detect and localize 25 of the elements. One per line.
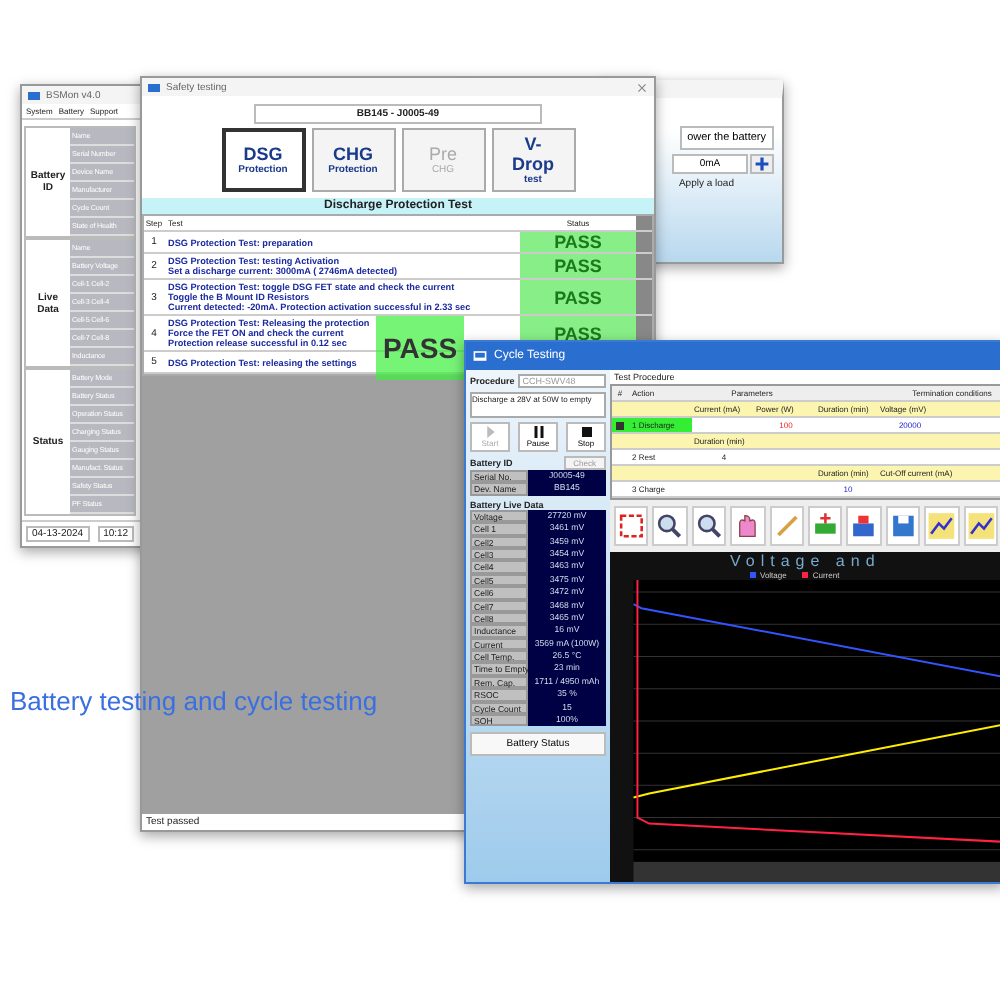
row-pointer-icon [616, 421, 624, 429]
close-icon[interactable] [636, 81, 648, 93]
save-icon[interactable] [885, 506, 921, 546]
app-icon [472, 348, 488, 364]
status-cell: PASS [554, 323, 602, 343]
play-icon [485, 426, 495, 438]
stop-icon [581, 426, 591, 438]
result-toast: PASS [376, 316, 464, 380]
zoom-out-icon[interactable] [691, 506, 727, 546]
status-cell: PASS [554, 256, 602, 276]
app-icon [148, 83, 160, 91]
print-icon[interactable] [846, 506, 882, 546]
zoom-in-icon[interactable] [652, 506, 688, 546]
hand-icon[interactable] [730, 506, 766, 546]
plus-icon[interactable] [750, 154, 774, 174]
status-cell: PASS [554, 287, 602, 307]
chart-icon[interactable] [963, 506, 999, 546]
select-icon[interactable] [614, 506, 649, 546]
export-icon[interactable] [808, 506, 843, 546]
chart-title: Voltage and [728, 552, 883, 570]
caption: Battery testing and cycle testing [10, 686, 378, 716]
app-icon [28, 91, 40, 99]
status-cell: PASS [554, 232, 602, 252]
pause-icon [533, 426, 543, 438]
chart-icon[interactable] [924, 506, 960, 546]
